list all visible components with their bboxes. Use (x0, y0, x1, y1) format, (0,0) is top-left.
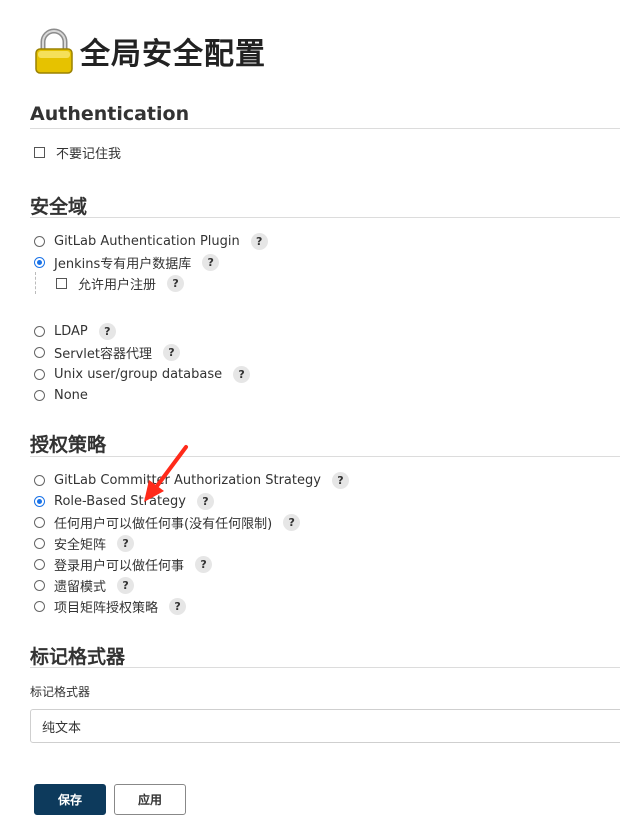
allow-signup-option[interactable]: 允许用户注册 ? (56, 273, 185, 293)
security-realm-heading: 安全域 (30, 196, 88, 218)
authz-option-matrix[interactable]: 安全矩阵 ? (34, 533, 135, 553)
realm-option-unix[interactable]: Unix user/group database ? (34, 364, 251, 384)
radio-button[interactable] (34, 537, 45, 549)
help-icon[interactable]: ? (283, 513, 301, 531)
markup-formatter-heading: 标记格式器 (30, 646, 126, 668)
help-icon[interactable]: ? (195, 555, 213, 573)
option-label: None (54, 387, 88, 403)
option-label: Jenkins专有用户数据库 (54, 256, 192, 272)
authentication-heading: Authentication (30, 103, 190, 125)
realm-option-none[interactable]: None (34, 385, 88, 405)
option-label: 登录用户可以做任何事 (54, 558, 185, 574)
radio-button[interactable] (34, 579, 45, 591)
help-icon[interactable]: ? (202, 253, 220, 271)
radio-button[interactable] (34, 325, 45, 337)
remember-me-checkbox[interactable] (34, 146, 45, 158)
help-icon[interactable]: ? (196, 492, 214, 510)
help-icon[interactable]: ? (163, 343, 180, 361)
option-label: Servlet容器代理 (54, 346, 152, 362)
markup-formatter-label: 标记格式器 (30, 685, 91, 699)
lock-icon (34, 28, 74, 74)
markup-formatter-select[interactable]: 纯文本 (30, 709, 620, 743)
page-header: 全局安全配置 (34, 28, 266, 74)
help-icon[interactable]: ? (98, 322, 116, 340)
radio-button[interactable] (34, 474, 45, 486)
authz-option-project-matrix[interactable]: 项目矩阵授权策略 ? (34, 596, 187, 616)
option-label: LDAP (54, 323, 88, 339)
radio-button[interactable] (34, 516, 45, 528)
option-label: Unix user/group database (54, 366, 223, 382)
allow-signup-checkbox[interactable] (56, 277, 67, 289)
realm-option-gitlab[interactable]: GitLab Authentication Plugin ? (34, 231, 268, 251)
authz-option-logged-in[interactable]: 登录用户可以做任何事 ? (34, 554, 213, 574)
radio-button[interactable] (34, 600, 45, 612)
realm-option-servlet[interactable]: Servlet容器代理 ? (34, 342, 180, 362)
allow-signup-label: 允许用户注册 (78, 277, 157, 293)
remember-me-option[interactable]: 不要记住我 (34, 142, 121, 162)
section-divider (30, 128, 620, 129)
radio-button[interactable] (34, 495, 45, 507)
option-label: 任何用户可以做任何事(没有任何限制) (54, 516, 273, 532)
realm-option-jenkins-db[interactable]: Jenkins专有用户数据库 ? (34, 252, 220, 272)
option-label: 遗留模式 (54, 579, 107, 595)
help-icon[interactable]: ? (117, 534, 135, 552)
authz-option-gitlab-committer[interactable]: GitLab Committer Authorization Strategy … (34, 470, 349, 490)
section-divider (30, 456, 620, 457)
option-label: GitLab Authentication Plugin (54, 233, 240, 249)
annotation-arrow-icon (144, 445, 188, 502)
page-title: 全局安全配置 (80, 37, 266, 72)
apply-button[interactable]: 应用 (114, 784, 186, 815)
select-value: 纯文本 (42, 720, 82, 736)
radio-button[interactable] (34, 346, 45, 358)
global-security-page: 全局安全配置 Authentication 不要记住我 安全域 GitLab A… (0, 0, 620, 821)
section-divider (30, 217, 620, 218)
radio-button[interactable] (34, 256, 45, 268)
section-divider (30, 667, 620, 668)
authz-option-anyone[interactable]: 任何用户可以做任何事(没有任何限制) ? (34, 512, 301, 532)
radio-button[interactable] (34, 558, 45, 570)
option-label: 安全矩阵 (54, 537, 107, 553)
help-icon[interactable]: ? (250, 232, 268, 250)
help-icon[interactable]: ? (169, 597, 187, 615)
realm-option-ldap[interactable]: LDAP ? (34, 321, 116, 341)
help-icon[interactable]: ? (167, 274, 185, 292)
help-icon[interactable]: ? (331, 471, 349, 489)
radio-button[interactable] (34, 389, 45, 401)
help-icon[interactable]: ? (233, 365, 251, 383)
nested-option-guide (35, 272, 36, 294)
remember-me-label: 不要记住我 (56, 146, 122, 162)
option-label: 项目矩阵授权策略 (54, 600, 159, 616)
authorization-heading: 授权策略 (30, 434, 107, 456)
radio-button[interactable] (34, 368, 45, 380)
help-icon[interactable]: ? (117, 576, 135, 594)
radio-button[interactable] (34, 235, 45, 247)
save-button[interactable]: 保存 (34, 784, 106, 815)
authz-option-legacy[interactable]: 遗留模式 ? (34, 575, 135, 595)
